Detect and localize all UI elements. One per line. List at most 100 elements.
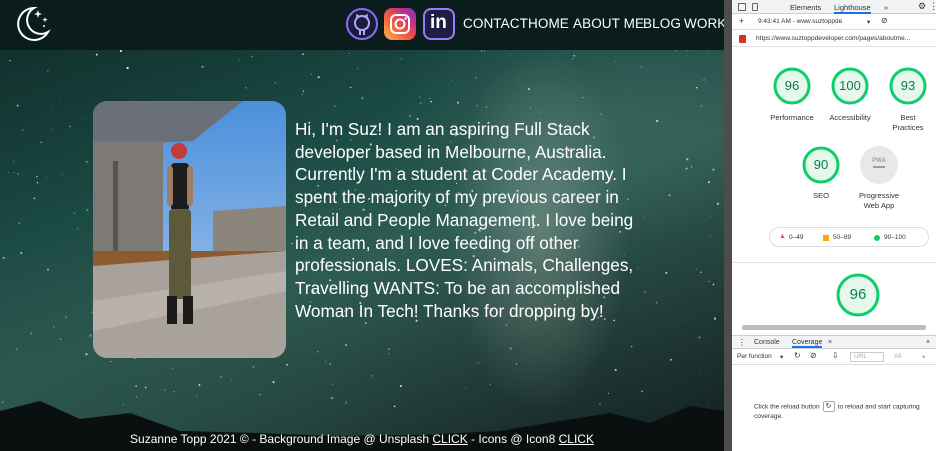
device-toggle-icon[interactable] [752,3,758,11]
star [701,357,703,359]
star [287,151,289,153]
github-icon[interactable] [346,8,378,40]
tab-console[interactable]: Console [754,339,780,346]
star [274,81,276,84]
type-filter-select[interactable]: All [894,353,901,360]
best-practices-label-line1: Best [900,113,916,122]
reload-icon[interactable]: ↻ [794,351,801,360]
drawer-menu-icon[interactable]: ⋮ [738,338,746,347]
seo-label: SEO [812,191,830,200]
chevron-down-icon[interactable]: ▾ [780,353,783,361]
star [251,56,253,58]
star [571,98,573,100]
star [713,317,717,320]
clear-reports-icon[interactable]: ⊘ [881,16,888,25]
tab-coverage[interactable]: Coverage [792,339,823,348]
star [530,107,532,109]
nav-link-contact[interactable]: CONTACT [463,16,528,31]
star [712,283,715,286]
star [476,104,478,107]
inspect-icon[interactable] [738,3,746,11]
summary-gauge[interactable]: 96 [835,272,881,318]
star [640,66,643,68]
legend-average-range: 50–89 [833,234,852,241]
star [52,326,55,328]
url-filter-input[interactable]: URL [850,352,884,362]
inline-reload-button[interactable]: ↻ [822,401,835,412]
star [505,324,508,327]
star [489,384,491,386]
linkedin-icon[interactable]: in [423,8,455,40]
accessibility-gauge[interactable]: 100 [830,66,870,106]
tab-elements[interactable]: Elements [790,3,821,12]
star [631,345,633,348]
star [637,96,639,97]
tab-lighthouse[interactable]: Lighthouse [834,3,871,14]
navbar: in CONTACT HOME ABOUT ME BLOG WORK [0,0,724,50]
star [530,385,532,386]
star [370,374,373,377]
star [517,79,519,81]
accessibility-score: 100 [839,78,861,93]
pwa-gauge[interactable]: PWA [859,145,899,185]
per-function-select[interactable]: Per function [737,353,772,360]
star [364,322,367,324]
chevron-down-icon[interactable]: ▾ [867,18,870,26]
footer-credit-text: Suzanne Topp 2021 © - Background Image @… [130,432,433,446]
horizontal-scrollbar[interactable] [742,325,926,330]
best-practices-score: 93 [900,78,916,93]
star [448,85,449,87]
new-report-icon[interactable]: + [739,16,744,26]
more-tabs-button[interactable]: » [884,3,888,12]
linkedin-icon-text: in [430,12,447,33]
instagram-icon[interactable] [384,8,416,40]
nav-link-blog[interactable]: BLOG [643,16,681,31]
about-me-bio: Hi, I'm Suz! I am an aspiring Full Stack… [295,119,634,321]
chevron-down-icon[interactable]: ▾ [922,353,925,361]
performance-score: 96 [784,78,800,93]
star [238,59,240,61]
star [316,351,319,353]
performance-gauge[interactable]: 96 [772,66,812,106]
devtools-tabbar: Elements Lighthouse » ⚙ ⋮ [732,0,936,14]
star [700,105,703,108]
unsplash-credit-link[interactable]: CLICK [432,432,467,446]
pwa-label-line1: Progressive [858,191,900,200]
pwa-label-line2: Web App [863,201,895,210]
star [54,88,56,90]
star [509,347,512,350]
star [668,194,671,197]
icon8-credit-link[interactable]: CLICK [559,432,594,446]
export-icon[interactable]: ⇩ [832,351,839,360]
legend-fail-range: 0–49 [789,234,804,241]
star [76,228,79,230]
close-drawer-icon[interactable]: × [926,339,930,346]
star [82,128,84,130]
star [480,50,483,52]
nav-link-home[interactable]: HOME [528,16,569,31]
seo-gauge[interactable]: 90 [801,145,841,185]
star [485,106,488,108]
star [388,353,390,355]
close-tab-icon[interactable]: × [828,339,832,346]
more-options-icon[interactable]: ⋮ [929,1,936,12]
moon-stars-icon[interactable] [8,2,52,46]
star [86,161,88,163]
lighthouse-toolbar: + 9:43:41 AM - www.suztoppde ▾ ⊘ [732,14,936,30]
star [51,129,52,131]
report-url[interactable]: https://www.suztoppdeveloper.com/pages/a… [756,35,910,42]
star [675,50,677,52]
clear-icon[interactable]: ⊘ [810,351,817,360]
star [119,50,123,53]
star [484,50,485,52]
best-practices-gauge[interactable]: 93 [888,66,928,106]
nav-link-about-me[interactable]: ABOUT ME [573,16,644,31]
star [310,73,312,75]
settings-gear-icon[interactable]: ⚙ [918,1,926,12]
star [9,60,11,62]
nav-link-work[interactable]: WORK [684,16,724,31]
star [572,58,574,60]
star [73,212,76,215]
report-selector[interactable]: 9:43:41 AM - www.suztoppde [758,18,842,25]
star [573,54,576,57]
